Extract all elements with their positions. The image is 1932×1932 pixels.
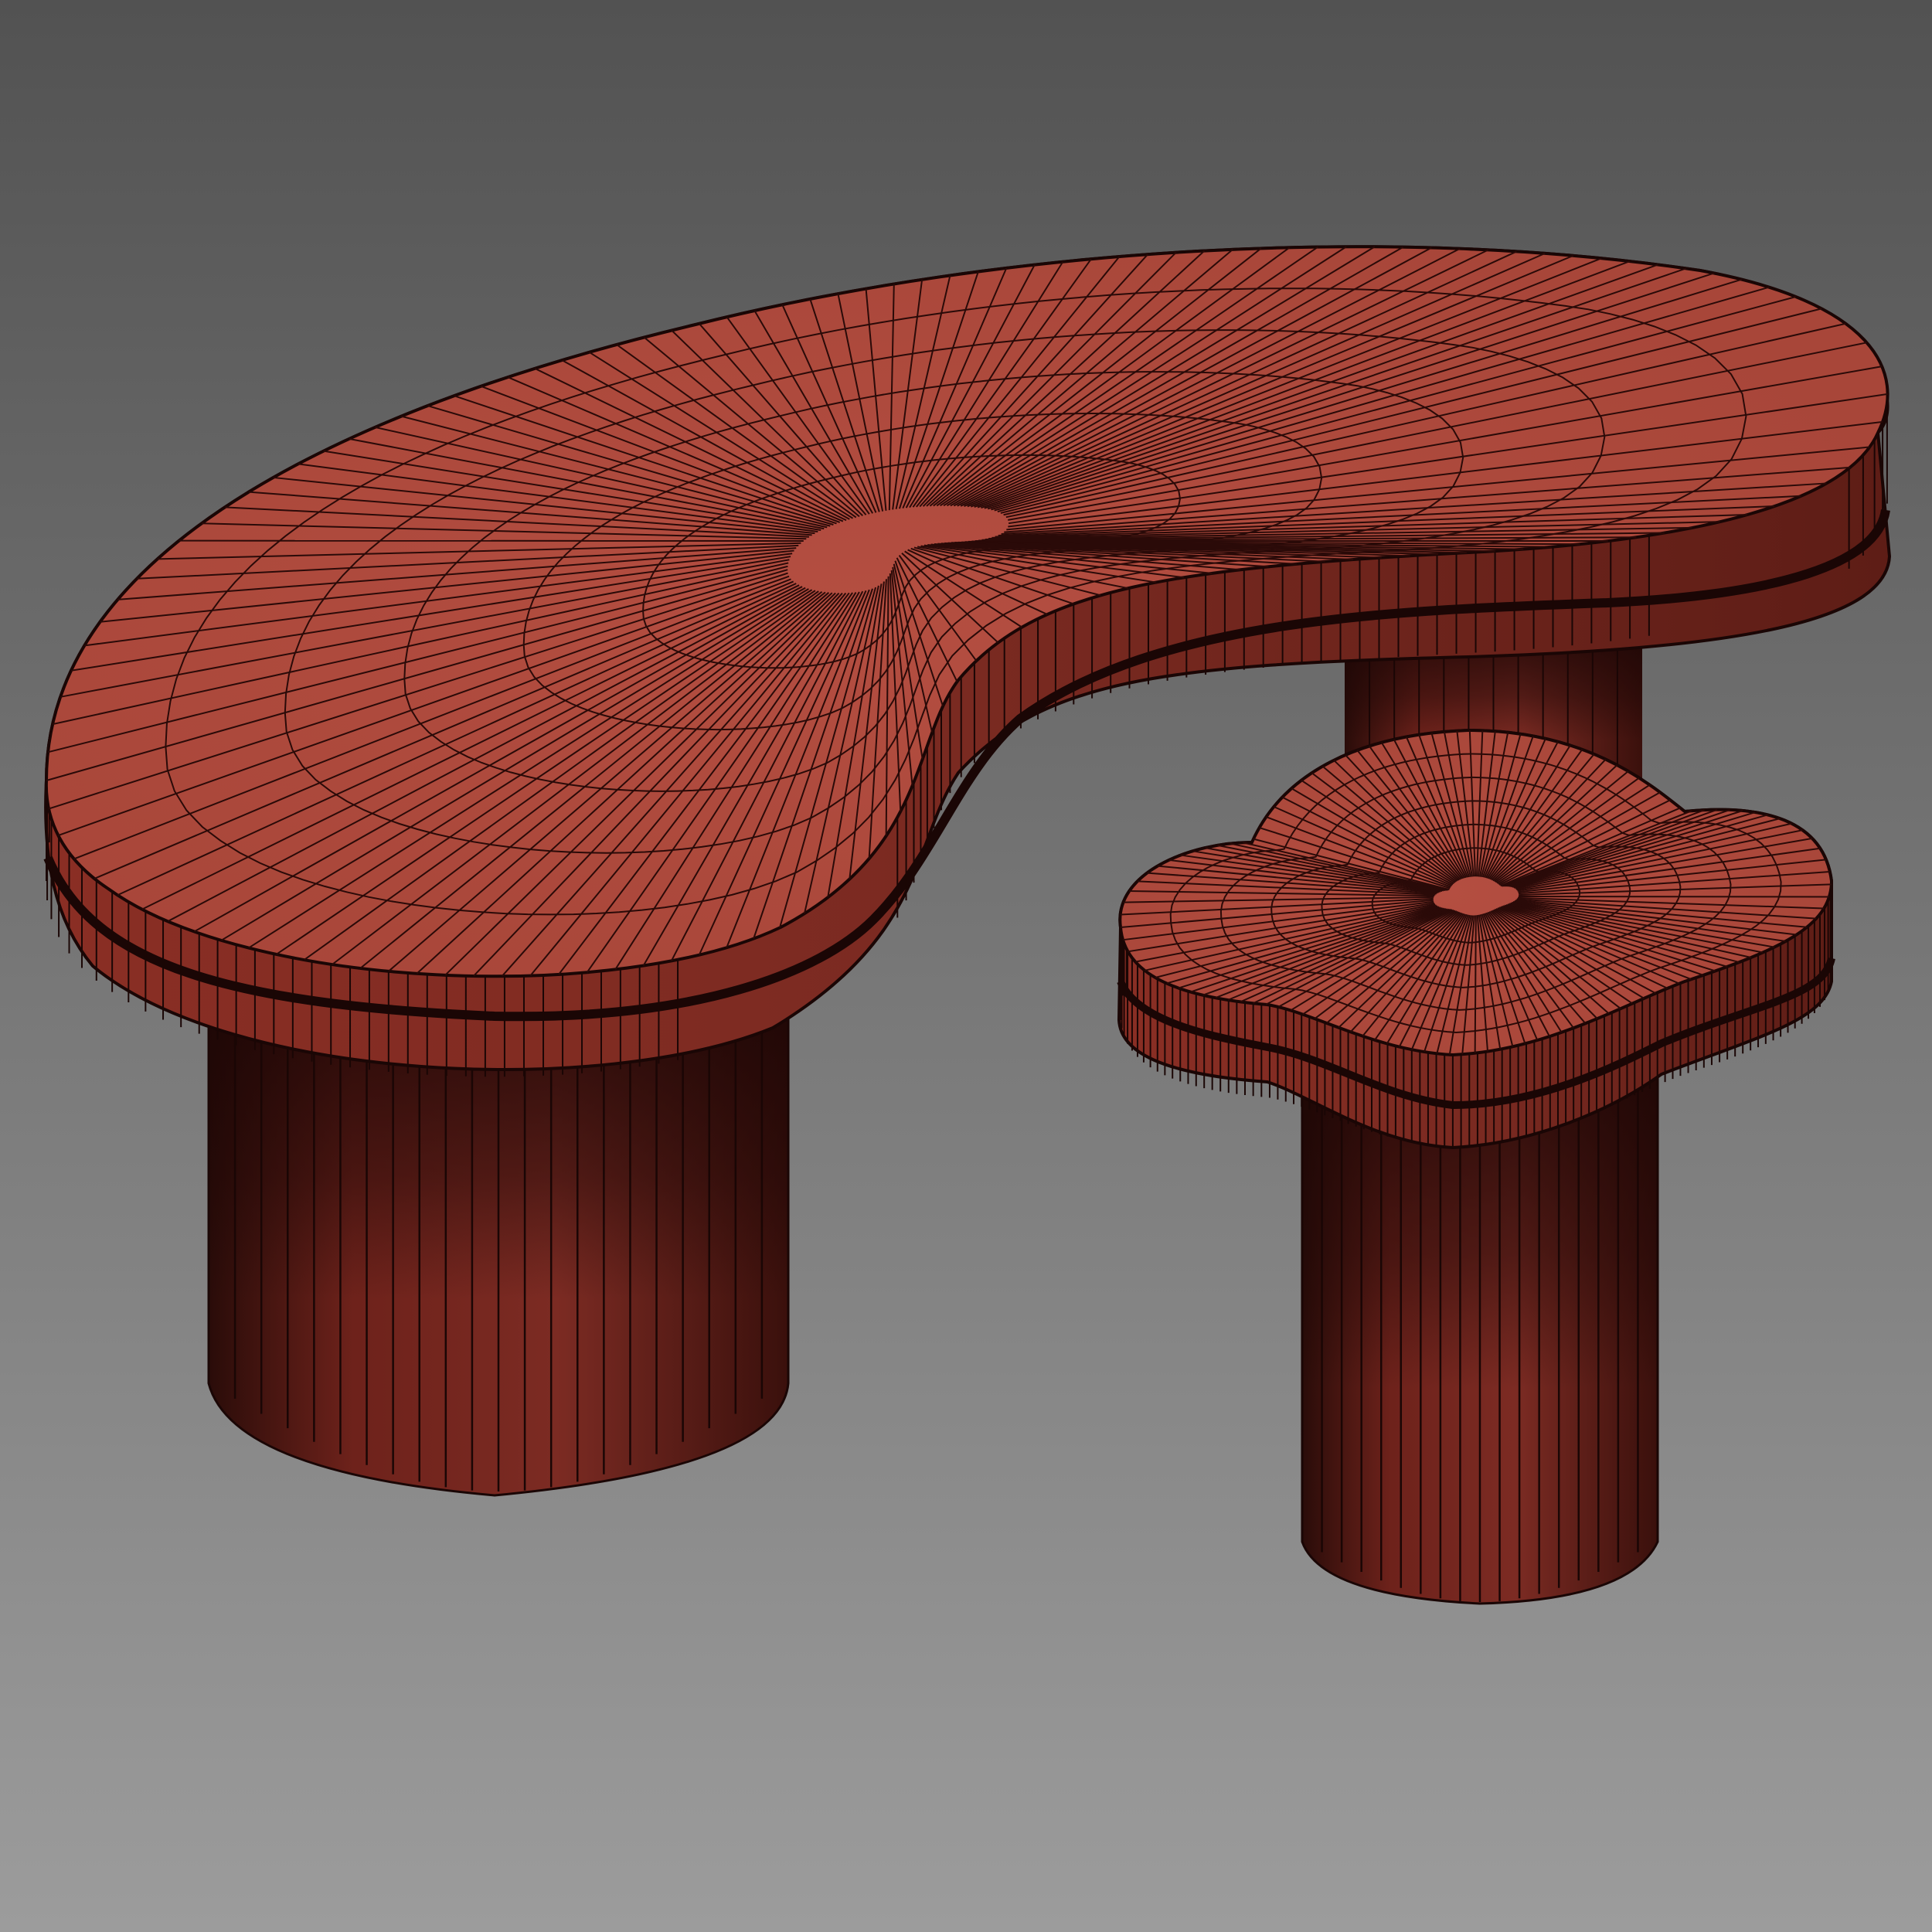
viewport-canvas[interactable]: [0, 0, 1932, 1932]
side-table-pedestal: [1301, 1065, 1659, 1605]
table-pedestal: [207, 1003, 790, 1497]
3d-viewport[interactable]: [0, 0, 1932, 1932]
